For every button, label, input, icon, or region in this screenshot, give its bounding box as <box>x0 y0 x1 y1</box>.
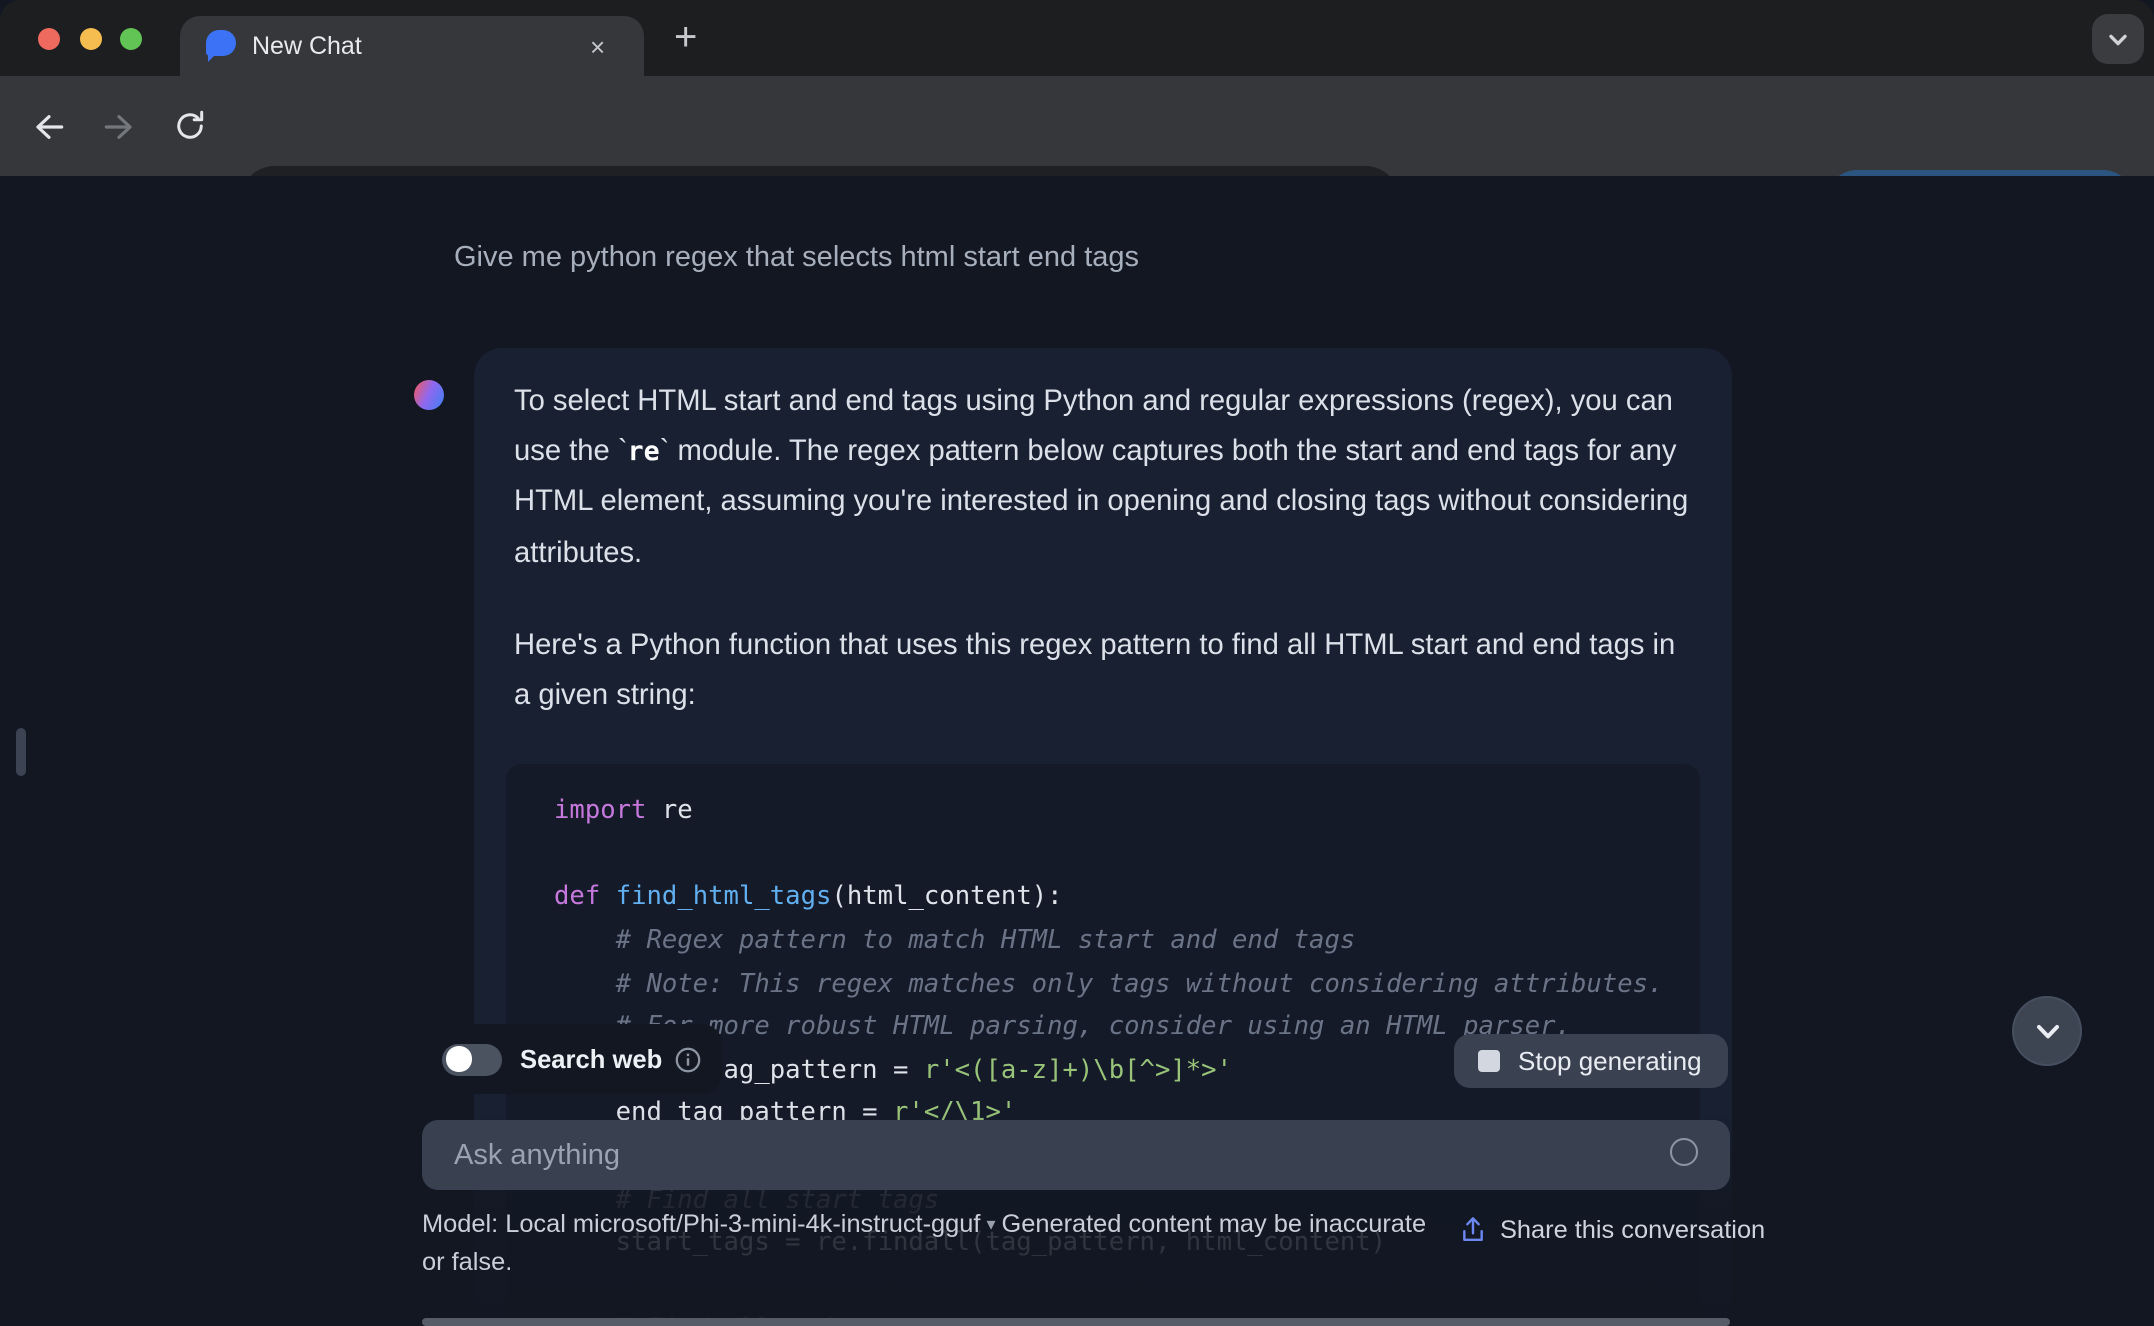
chevron-down-icon <box>2109 33 2127 45</box>
search-web-toggle[interactable] <box>442 1043 502 1075</box>
inline-code-re: re <box>627 438 660 469</box>
generating-spinner-icon <box>1670 1138 1698 1166</box>
macos-minimize-button[interactable] <box>80 28 102 50</box>
chat-page: Give me python regex that selects html s… <box>0 176 2154 1326</box>
info-icon[interactable] <box>674 1045 702 1073</box>
ask-anything-input[interactable] <box>422 1120 1730 1190</box>
browser-window: New Chat × + Give me python regex that s… <box>0 0 2154 1326</box>
code-horizontal-scrollbar[interactable] <box>422 1317 1730 1326</box>
macos-close-button[interactable] <box>38 28 60 50</box>
forward-icon <box>94 102 142 150</box>
reload-icon[interactable] <box>166 102 214 150</box>
chevron-down-icon <box>2036 1024 2058 1038</box>
model-disclaimer: Model: Local microsoft/Phi-3-mini-4k-ins… <box>422 1206 1432 1282</box>
share-upload-icon <box>1463 1217 1483 1242</box>
search-web-toggle-bar: Search web <box>418 1024 722 1094</box>
back-icon[interactable] <box>24 102 72 150</box>
sidebar-drag-handle[interactable] <box>16 728 25 776</box>
tab-strip: New Chat × + <box>0 0 2154 76</box>
tab-title: New Chat <box>252 32 362 60</box>
user-message: Give me python regex that selects html s… <box>454 242 1140 274</box>
share-conversation-link[interactable]: Share this conversation <box>1460 1214 1765 1244</box>
model-caret-down-icon[interactable]: ▾ <box>986 1206 995 1244</box>
share-label: Share this conversation <box>1500 1215 1766 1243</box>
browser-toolbar: localhost:5173/conversation/665727c45da9… <box>0 76 2154 236</box>
stop-generating-label: Stop generating <box>1518 1046 1702 1076</box>
new-tab-button[interactable]: + <box>674 18 697 58</box>
assistant-avatar <box>414 380 444 410</box>
stop-square-icon <box>1478 1050 1500 1072</box>
assistant-paragraph-1: To select HTML start and end tags using … <box>514 386 1689 570</box>
macos-zoom-button[interactable] <box>120 28 142 50</box>
search-web-label: Search web <box>520 1044 663 1074</box>
browser-tab[interactable]: New Chat × <box>180 16 644 76</box>
scroll-to-bottom-button[interactable] <box>2012 996 2082 1066</box>
tab-close-icon[interactable]: × <box>590 33 605 59</box>
tab-search-button[interactable] <box>2092 14 2144 64</box>
stop-generating-button[interactable]: Stop generating <box>1454 1034 1728 1088</box>
assistant-paragraph-2: Here's a Python function that uses this … <box>514 629 1676 713</box>
model-name[interactable]: Model: Local microsoft/Phi-3-mini-4k-ins… <box>422 1210 980 1238</box>
tab-favicon-chat-bubble-icon <box>206 30 236 62</box>
